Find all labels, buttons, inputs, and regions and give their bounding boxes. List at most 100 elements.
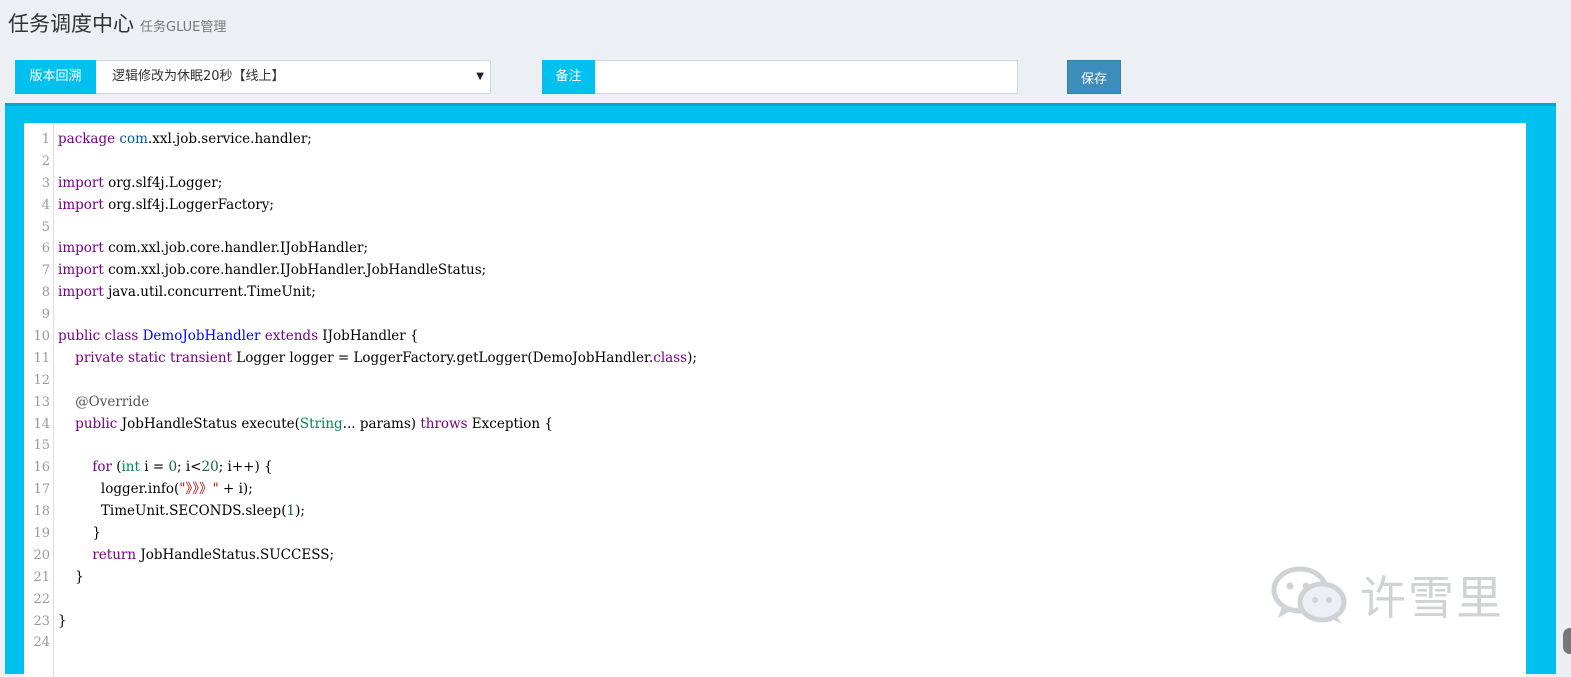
code-token: } [58, 568, 84, 585]
line-number: 20 [33, 547, 50, 563]
code-token: class [104, 328, 139, 345]
line-number: 22 [33, 591, 50, 607]
code-line[interactable]: TimeUnit.SECONDS.sleep(1); [58, 501, 1526, 523]
remark-label: 备注 [542, 60, 595, 94]
version-select[interactable]: 逻辑修改为休眠20秒【线上】 ▼ [96, 60, 491, 94]
code-token: org.slf4j.Logger; [103, 174, 223, 191]
line-number: 7 [41, 263, 50, 279]
code-line[interactable]: private static transient Logger logger =… [58, 348, 1526, 370]
line-number-gutter: 1 2 3 4 5 6 7 8 9 10 11 12 13 14 15 16 17 18 19 20 21 22 23 24 [24, 123, 54, 677]
chevron-down-icon: ▼ [476, 71, 484, 82]
line-number: 5 [41, 219, 50, 235]
code-line[interactable]: import com.xxl.job.core.handler.IJobHand… [58, 260, 1526, 282]
code-line[interactable]: for (int i = 0; i<20; i++) { [58, 457, 1526, 479]
code-line[interactable] [58, 304, 1526, 326]
line-number: 4 [41, 197, 50, 213]
code-token: java.util.concurrent.TimeUnit; [103, 284, 316, 301]
code-token: logger.info( [58, 481, 180, 498]
code-line[interactable] [58, 151, 1526, 173]
line-number: 24 [33, 635, 50, 651]
code-token: ); [687, 349, 697, 366]
page-subtitle: 任务GLUE管理 [140, 20, 227, 35]
code-line[interactable]: public class DemoJobHandler extends IJob… [58, 326, 1526, 348]
code-token: static [127, 349, 166, 366]
code-token: import [58, 174, 104, 191]
code-token: ... params) [342, 415, 421, 432]
page-title: 任务调度中心 [8, 12, 134, 36]
save-button[interactable]: 保存 [1067, 60, 1121, 94]
code-token: import [58, 284, 104, 301]
code-token: private [75, 349, 124, 366]
code-token: throws [420, 415, 468, 432]
code-line[interactable] [58, 435, 1526, 457]
code-token: ; i< [177, 459, 202, 476]
code-line[interactable]: package com.xxl.job.service.handler; [58, 129, 1526, 151]
code-token: import [58, 196, 104, 213]
remark-input[interactable] [595, 60, 1018, 94]
code-token: IJobHandler { [318, 328, 419, 345]
line-number: 1 [41, 132, 50, 147]
code-line[interactable] [58, 370, 1526, 392]
code-token: 1 [286, 503, 296, 520]
code-token: import [58, 262, 104, 279]
line-numbers: 1 2 3 4 5 6 7 8 9 10 11 12 13 14 15 16 17 18 19 20 21 22 23 24 [24, 129, 50, 654]
code-line[interactable]: import java.util.concurrent.TimeUnit; [58, 282, 1526, 304]
code-token: com [119, 131, 148, 147]
code-token: .xxl.job.service.handler; [147, 131, 312, 147]
glue-toolbar: 版本回溯 逻辑修改为休眠20秒【线上】 ▼ 备注 保存 [0, 60, 1571, 94]
code-token: com.xxl.job.core.handler.IJobHandler; [103, 240, 368, 257]
code-line[interactable]: } [58, 523, 1526, 545]
wechat-icon [1270, 564, 1350, 626]
code-line[interactable] [58, 632, 1526, 654]
code-token: JobHandleStatus execute( [117, 415, 300, 432]
code-token: + i); [218, 481, 253, 498]
line-number: 21 [33, 569, 50, 585]
scroll-handle[interactable] [1563, 628, 1571, 654]
code-token: public [75, 415, 118, 432]
line-number: 3 [41, 175, 50, 191]
code-token: @Override [75, 393, 150, 410]
line-number: 2 [41, 153, 50, 169]
line-number: 23 [33, 613, 50, 629]
code-token: DemoJobHandler [142, 328, 261, 345]
version-label: 版本回溯 [15, 60, 96, 94]
code-token: import [58, 240, 104, 257]
code-line[interactable]: logger.info("》》》" + i); [58, 479, 1526, 501]
code-token: JobHandleStatus.SUCCESS; [136, 546, 335, 563]
code-token: 20 [201, 459, 219, 476]
page-header: 任务调度中心 任务GLUE管理 [8, 8, 226, 38]
line-number: 18 [33, 504, 50, 520]
code-line[interactable]: import com.xxl.job.core.handler.IJobHand… [58, 238, 1526, 260]
code-token: Exception { [467, 415, 553, 432]
code-token: transient [170, 349, 232, 366]
code-token: TimeUnit.SECONDS.sleep( [58, 503, 287, 520]
code-line[interactable]: import org.slf4j.Logger; [58, 173, 1526, 195]
line-number: 10 [33, 329, 50, 345]
line-number: 14 [33, 416, 50, 432]
code-token: package [58, 131, 116, 147]
line-number: 6 [41, 241, 50, 257]
line-number: 13 [33, 394, 50, 410]
watermark-text: 许雪里 [1360, 571, 1504, 625]
version-select-value: 逻辑修改为休眠20秒【线上】 [112, 69, 285, 84]
code-token: } [58, 525, 101, 542]
code-token: 0 [168, 459, 178, 476]
watermark: 许雪里 [1270, 562, 1504, 628]
code-line[interactable]: import org.slf4j.LoggerFactory; [58, 195, 1526, 217]
code-token: } [58, 612, 67, 629]
line-number: 17 [33, 482, 50, 498]
code-token: class [653, 349, 688, 366]
code-line[interactable]: @Override [58, 392, 1526, 414]
code-line[interactable]: public JobHandleStatus execute(String...… [58, 414, 1526, 436]
line-number: 15 [33, 438, 50, 454]
code-token: String [299, 415, 343, 432]
code-token: int [121, 459, 140, 476]
code-token: ; i++) { [218, 459, 273, 476]
code-line[interactable] [58, 217, 1526, 239]
line-number: 12 [33, 372, 50, 388]
code-token: return [92, 546, 137, 563]
